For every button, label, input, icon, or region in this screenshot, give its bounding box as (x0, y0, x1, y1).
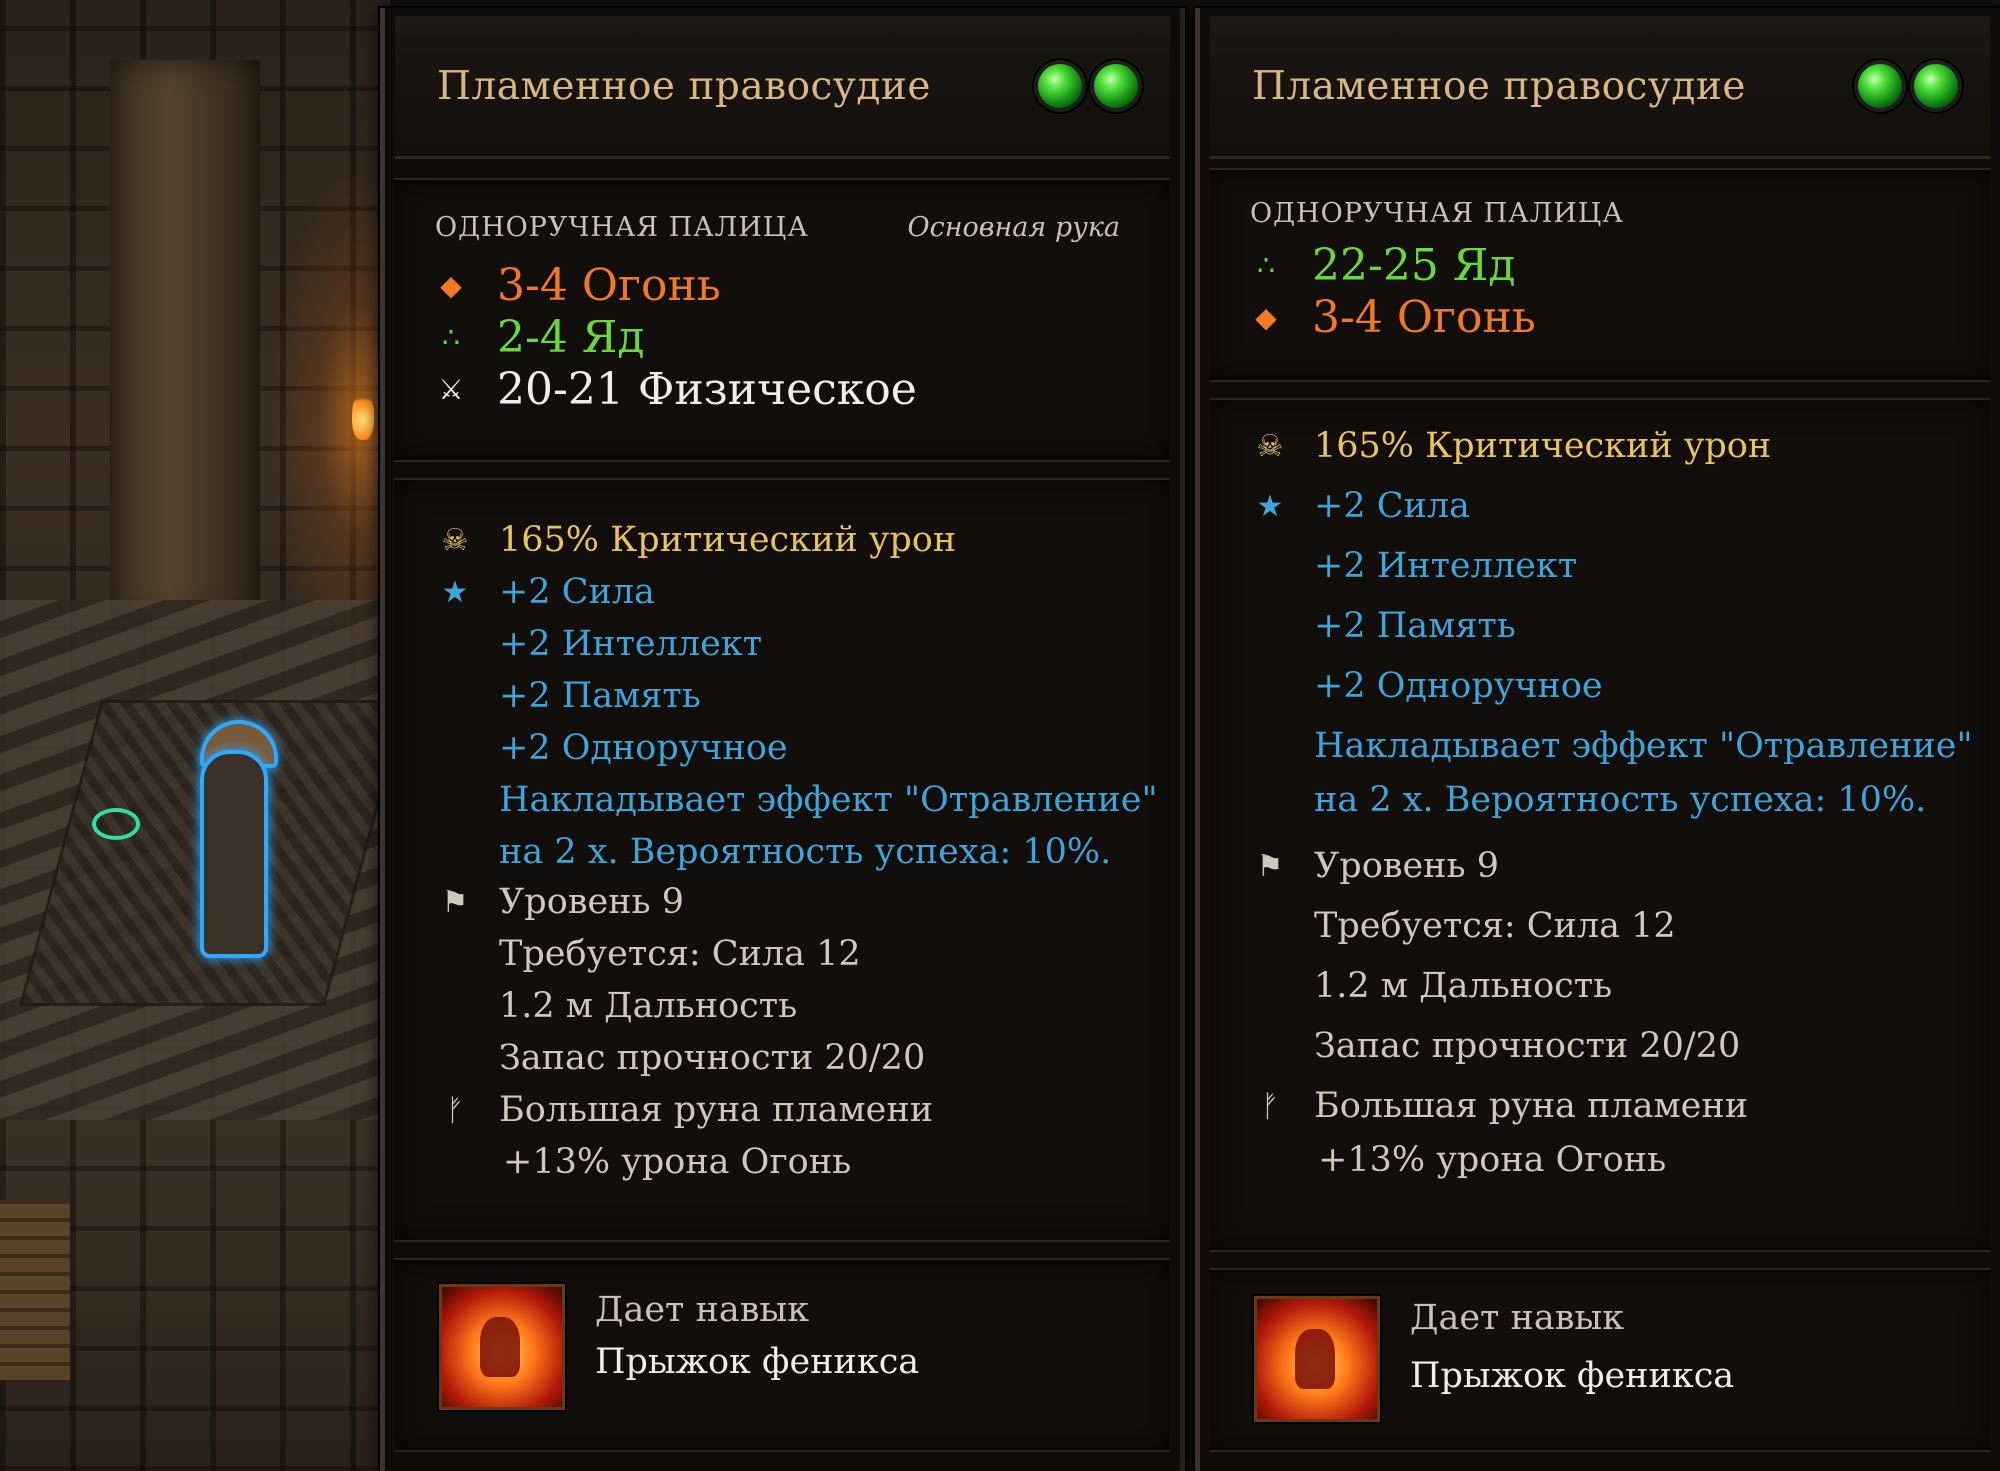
star-icon: ★ (441, 574, 469, 610)
green-gem-icon (1094, 64, 1138, 108)
rune-icon: ᚠ (446, 1092, 464, 1128)
fire-icon: ◆ (1255, 301, 1277, 334)
durability-text: Запас прочности 20/20 (499, 1038, 926, 1078)
item-tooltip-equipped: Пламенное правосудие ОДНОРУЧНАЯ ПАЛИЦА О… (380, 8, 1185, 1471)
crit-text: 165% Критический урон (1314, 426, 1772, 466)
weapon-type: ОДНОРУЧНАЯ ПАЛИЦА (1250, 198, 1624, 229)
damage-section: ОДНОРУЧНАЯ ПАЛИЦА ∴ 22-25 Яд ◆ 3-4 Огонь (1210, 168, 1990, 382)
skill-label: Дает навык (595, 1290, 810, 1330)
granted-skill-section: Дает навык Прыжок феникса (1210, 1268, 1990, 1452)
rune-bonus: +13% урона Огонь (503, 1142, 852, 1182)
skull-icon: ☠ (1256, 428, 1284, 464)
stats-section: ☠ 165% Критический урон ★ +2 Сила +2 Инт… (1210, 398, 1990, 1252)
skill-name: Прыжок феникса (1410, 1356, 1735, 1396)
effect-line-2: на 2 х. Вероятность успеха: 10%. (499, 832, 1112, 872)
ground-marker[interactable] (92, 808, 140, 840)
damage-text: 2-4 Яд (497, 312, 645, 363)
bonus-one-handed: +2 Одноручное (499, 728, 788, 768)
bonus-memory: +2 Память (1314, 606, 1516, 646)
tooltip-header: Пламенное правосудие (395, 16, 1170, 159)
green-gem-icon (1038, 64, 1082, 108)
item-title: Пламенное правосудие (1252, 64, 1746, 109)
bonus-row: ★ +2 Сила (1250, 486, 1470, 526)
damage-text: 20-21 Физическое (497, 364, 917, 415)
crit-text: 165% Критический урон (499, 520, 957, 560)
range-text: 1.2 м Дальность (1314, 966, 1613, 1006)
rune-socket-indicators (1858, 64, 1958, 108)
weapon-type: ОДНОРУЧНАЯ ПАЛИЦА (435, 212, 809, 243)
fire-icon: ◆ (440, 269, 462, 302)
phoenix-dive-skill-icon[interactable] (439, 1284, 565, 1410)
rune-name: Большая руна пламени (499, 1090, 934, 1130)
item-tooltip-compare: Пламенное правосудие ОДНОРУЧНАЯ ПАЛИЦА ∴… (1195, 8, 2000, 1471)
level-row: ⚑ Уровень 9 (435, 882, 684, 922)
bonus-intellect: +2 Интеллект (1314, 546, 1578, 586)
stone-pillar (110, 60, 260, 620)
level-text: Уровень 9 (1314, 846, 1499, 886)
poison-icon: ∴ (1257, 249, 1275, 282)
damage-text: 3-4 Огонь (1312, 292, 1536, 343)
equip-slot: Основная рука (907, 212, 1120, 243)
durability-text: Запас прочности 20/20 (1314, 1026, 1741, 1066)
wooden-crate (0, 1200, 70, 1380)
damage-row-poison: ∴ 2-4 Яд (435, 312, 644, 363)
level-text: Уровень 9 (499, 882, 684, 922)
damage-row-fire: ◆ 3-4 Огонь (435, 260, 721, 311)
tooltip-header: Пламенное правосудие (1210, 16, 1990, 159)
phoenix-dive-skill-icon[interactable] (1254, 1296, 1380, 1422)
bookmark-icon: ⚑ (1256, 848, 1284, 884)
crit-row: ☠ 165% Критический урон (1250, 426, 1772, 466)
skull-icon: ☠ (441, 522, 469, 558)
damage-text: 22-25 Яд (1312, 240, 1516, 291)
bonus-memory: +2 Память (499, 676, 701, 716)
phoenix-figure-icon (1295, 1329, 1335, 1389)
torch-flame (352, 390, 374, 440)
crit-row: ☠ 165% Критический урон (435, 520, 957, 560)
poison-icon: ∴ (442, 321, 460, 354)
requirement-text: Требуется: Сила 12 (1314, 906, 1676, 946)
rune-row: ᚠ Большая руна пламени (435, 1090, 933, 1130)
rune-socket-indicators (1038, 64, 1138, 108)
star-icon: ★ (1256, 488, 1284, 524)
effect-line-1: Накладывает эффект "Отравление" (1314, 726, 1973, 766)
character-body (200, 750, 268, 958)
green-gem-icon (1914, 64, 1958, 108)
rune-row: ᚠ Большая руна пламени (1250, 1086, 1748, 1126)
player-character[interactable] (170, 720, 290, 980)
damage-section: ОДНОРУЧНАЯ ПАЛИЦА Основная рука ◆ 3-4 Ог… (395, 178, 1170, 462)
granted-skill-section: Дает навык Прыжок феникса (395, 1258, 1170, 1452)
requirement-text: Требуется: Сила 12 (499, 934, 861, 974)
skill-name: Прыжок феникса (595, 1342, 920, 1382)
bonus-strength: +2 Сила (499, 572, 655, 612)
level-row: ⚑ Уровень 9 (1250, 846, 1499, 886)
skill-label: Дает навык (1410, 1298, 1625, 1338)
range-text: 1.2 м Дальность (499, 986, 798, 1026)
rune-bonus: +13% урона Огонь (1318, 1140, 1667, 1180)
rune-icon: ᚠ (1261, 1088, 1279, 1124)
phoenix-figure-icon (480, 1317, 520, 1377)
bookmark-icon: ⚑ (441, 884, 469, 920)
effect-line-2: на 2 х. Вероятность успеха: 10%. (1314, 780, 1927, 820)
effect-line-1: Накладывает эффект "Отравление" (499, 780, 1158, 820)
green-gem-icon (1858, 64, 1902, 108)
damage-row-physical: ⚔ 20-21 Физическое (435, 364, 917, 415)
bonus-one-handed: +2 Одноручное (1314, 666, 1603, 706)
stats-section: ☠ 165% Критический урон ★ +2 Сила +2 Инт… (395, 478, 1170, 1242)
damage-row-fire: ◆ 3-4 Огонь (1250, 292, 1536, 343)
crossed-swords-icon: ⚔ (438, 373, 464, 406)
bonus-row: ★ +2 Сила (435, 572, 655, 612)
bonus-strength: +2 Сила (1314, 486, 1470, 526)
item-title: Пламенное правосудие (437, 64, 931, 109)
bonus-intellect: +2 Интеллект (499, 624, 763, 664)
damage-row-poison: ∴ 22-25 Яд (1250, 240, 1515, 291)
game-world-view[interactable] (0, 0, 390, 1471)
damage-text: 3-4 Огонь (497, 260, 721, 311)
rune-name: Большая руна пламени (1314, 1086, 1749, 1126)
